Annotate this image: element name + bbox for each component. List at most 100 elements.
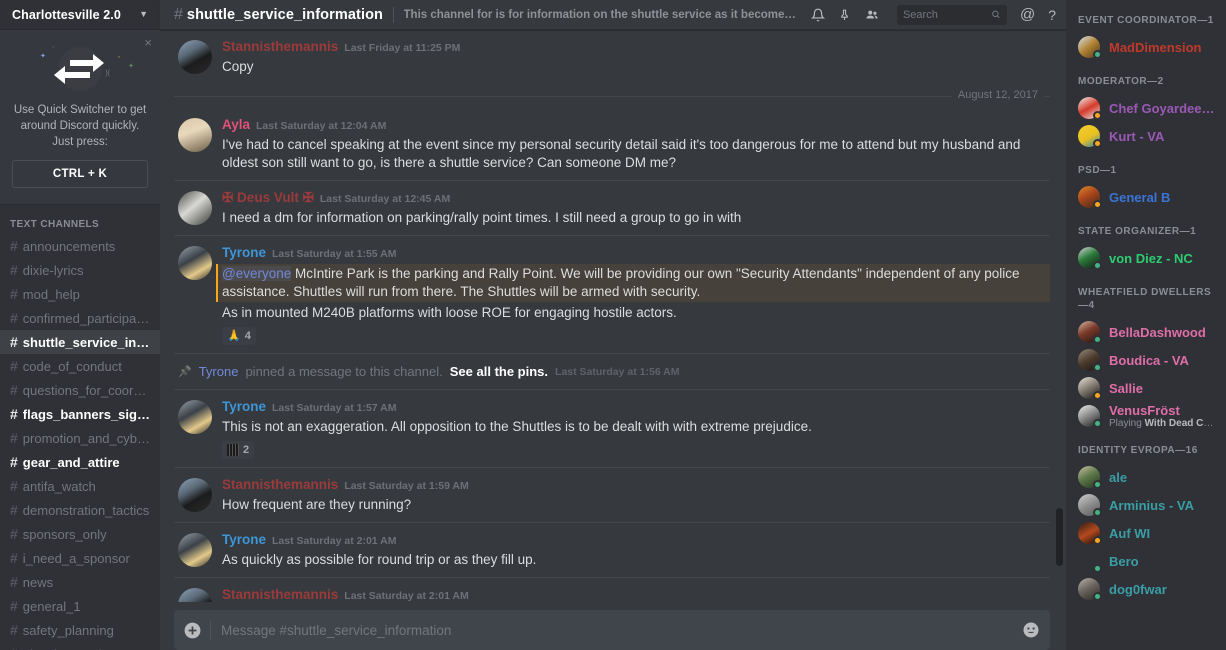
status-indicator-online xyxy=(1093,419,1102,428)
hash-icon: # xyxy=(10,358,18,374)
member-text: dog0fwar xyxy=(1109,582,1167,597)
avatar xyxy=(1078,97,1102,120)
sidebar-channel-antifa_watch[interactable]: # antifa_watch xyxy=(0,474,160,498)
message-author[interactable]: Stannisthemannis xyxy=(222,477,338,492)
bell-icon[interactable] xyxy=(810,8,825,22)
server-header[interactable]: Charlottesville 2.0 ▼ xyxy=(0,0,160,30)
sidebar-channel-i_need_a_sponsor[interactable]: # i_need_a_sponsor xyxy=(0,546,160,570)
sidebar-channel-promotion_and_cyberstr[interactable]: #promotion_and_cyberstr... xyxy=(0,426,160,450)
sidebar-channel-flags_banners_signs[interactable]: # flags_banners_signs xyxy=(0,402,160,426)
members-icon[interactable] xyxy=(864,8,880,22)
message-author[interactable]: Stannisthemannis xyxy=(222,39,338,54)
sidebar-channel-alex_jones_chat[interactable]: # alex_jones_chat xyxy=(0,642,160,650)
everyone-mention[interactable]: @everyone xyxy=(222,266,292,281)
sidebar-channel-mod_help[interactable]: # mod_help xyxy=(0,282,160,306)
message-author[interactable]: Ayla xyxy=(222,117,250,132)
emoji-icon[interactable] xyxy=(1022,621,1040,639)
pin-icon[interactable] xyxy=(838,8,851,22)
search-input[interactable] xyxy=(902,8,991,21)
message-m4: Tyrone Last Saturday at 1:55 AM @everyone … xyxy=(174,235,1050,353)
help-icon[interactable]: ? xyxy=(1048,7,1056,23)
reaction-pill[interactable]: 2 xyxy=(222,441,255,459)
avatar[interactable] xyxy=(178,40,212,74)
avatar[interactable] xyxy=(178,191,212,225)
see-all-pins-link[interactable]: See all the pins. xyxy=(450,364,548,379)
member-arminiusva[interactable]: Arminius - VA xyxy=(1066,491,1226,519)
member-maddimension[interactable]: MadDimension xyxy=(1066,33,1226,61)
member-ale[interactable]: ale xyxy=(1066,463,1226,491)
channel-name: news xyxy=(22,574,54,590)
sidebar-channel-sponsors_only[interactable]: # sponsors_only xyxy=(0,522,160,546)
avatar[interactable] xyxy=(178,478,212,512)
message-timestamp: Last Saturday at 1:57 AM xyxy=(272,402,397,414)
member-generalb[interactable]: General B xyxy=(1066,183,1226,211)
message-text: As in mounted M240B platforms with loose… xyxy=(222,305,677,320)
member-text: Auf WI xyxy=(1109,526,1150,541)
plus-circle-icon[interactable] xyxy=(174,621,210,640)
sidebar-channel-demonstration_tactics[interactable]: # demonstration_tactics xyxy=(0,498,160,522)
avatar[interactable] xyxy=(178,533,212,567)
message-body: Stannisthemannis Last Saturday at 2:01 AM… xyxy=(222,587,1050,602)
sidebar-channel-shuttle_service_informat[interactable]: #shuttle_service_informat... xyxy=(0,330,160,354)
reaction-count: 2 xyxy=(243,444,250,456)
message-author[interactable]: Stannisthemannis xyxy=(222,587,338,602)
system-message-user[interactable]: Tyrone xyxy=(199,364,239,379)
message-author[interactable]: Tyrone xyxy=(222,245,266,260)
member-dog0fwar[interactable]: dog0fwar xyxy=(1066,575,1226,603)
member-kurtva[interactable]: Kurt - VA xyxy=(1066,122,1226,150)
message-body: Tyrone Last Saturday at 1:57 AM This is no… xyxy=(222,399,1050,459)
member-aufwi[interactable]: Auf WI xyxy=(1066,519,1226,547)
hash-icon: # xyxy=(10,598,18,614)
member-bero[interactable]: Bero xyxy=(1066,547,1226,575)
message-scrollbar[interactable] xyxy=(1056,508,1063,566)
member-name: VenusFröst xyxy=(1109,402,1180,418)
message-author[interactable]: Tyrone xyxy=(222,399,266,414)
sidebar-channel-questions_for_coordinat[interactable]: #questions_for_coordinat... xyxy=(0,378,160,402)
member-sallie[interactable]: Sallie xyxy=(1066,374,1226,402)
message-input[interactable]: Message #shuttle_service_information xyxy=(211,623,1022,638)
sidebar-channel-safety_planning[interactable]: # safety_planning xyxy=(0,618,160,642)
message-header: Tyrone Last Saturday at 1:57 AM xyxy=(222,399,1050,416)
sidebar-channel-general_1[interactable]: # general_1 xyxy=(0,594,160,618)
hash-icon: # xyxy=(10,430,18,446)
avatar xyxy=(1078,522,1102,545)
message-composer[interactable]: Message #shuttle_service_information xyxy=(174,610,1050,650)
status-indicator-online xyxy=(1093,480,1102,489)
member-venusfrst[interactable]: VenusFröstPlaying With Dead Commies xyxy=(1066,402,1226,430)
member-chefgoyardeetx[interactable]: Chef Goyardee - TX xyxy=(1066,94,1226,122)
channel-category-label: TEXT CHANNELS xyxy=(10,219,100,230)
member-boudicava[interactable]: Boudica - VA xyxy=(1066,346,1226,374)
message-text: As quickly as possible for round trip or… xyxy=(222,552,537,567)
member-group-label: STATE ORGANIZER—1 xyxy=(1078,226,1197,237)
member-belladashwood[interactable]: BellaDashwood xyxy=(1066,318,1226,346)
message-m3: ✠ Deus Vult ✠ Last Saturday at 12:45 AM I … xyxy=(174,180,1050,235)
hash-icon: # xyxy=(10,550,18,566)
hash-icon: # xyxy=(10,334,18,350)
mentions-icon[interactable]: @ xyxy=(1020,6,1035,23)
status-indicator-idle xyxy=(1093,200,1102,209)
message-m2: Ayla Last Saturday at 12:04 AM I've had to… xyxy=(174,108,1050,180)
sidebar-channel-gear_and_attire[interactable]: # gear_and_attire xyxy=(0,450,160,474)
main-column: # shuttle_service_information This chann… xyxy=(160,0,1066,650)
member-vondieznc[interactable]: von Diez - NC xyxy=(1066,244,1226,272)
sidebar-channel-announcements[interactable]: # announcements xyxy=(0,234,160,258)
avatar[interactable] xyxy=(178,246,212,280)
sidebar-channel-dixielyrics[interactable]: # dixie-lyrics xyxy=(0,258,160,282)
member-text: von Diez - NC xyxy=(1109,251,1193,266)
avatar[interactable] xyxy=(178,400,212,434)
avatar[interactable] xyxy=(178,118,212,152)
status-indicator-online xyxy=(1093,564,1102,573)
sidebar-channel-confirmed_participants[interactable]: # confirmed_participants xyxy=(0,306,160,330)
avatar[interactable] xyxy=(178,588,212,602)
message-author[interactable]: Tyrone xyxy=(222,532,266,547)
search-box[interactable] xyxy=(896,4,1007,25)
message-author[interactable]: ✠ Deus Vult ✠ xyxy=(222,190,314,205)
hash-icon: # xyxy=(10,574,18,590)
message-body: Stannisthemannis Last Friday at 11:25 PM C… xyxy=(222,39,1050,76)
chevron-down-icon[interactable]: ▼ xyxy=(139,10,148,19)
sidebar-channel-code_of_conduct[interactable]: # code_of_conduct xyxy=(0,354,160,378)
quick-switcher-shortcut[interactable]: CTRL + K xyxy=(12,160,148,188)
sidebar-channel-news[interactable]: # news xyxy=(0,570,160,594)
member-text: Boudica - VA xyxy=(1109,353,1189,368)
reaction-pill[interactable]: 🙏 4 xyxy=(222,327,256,345)
